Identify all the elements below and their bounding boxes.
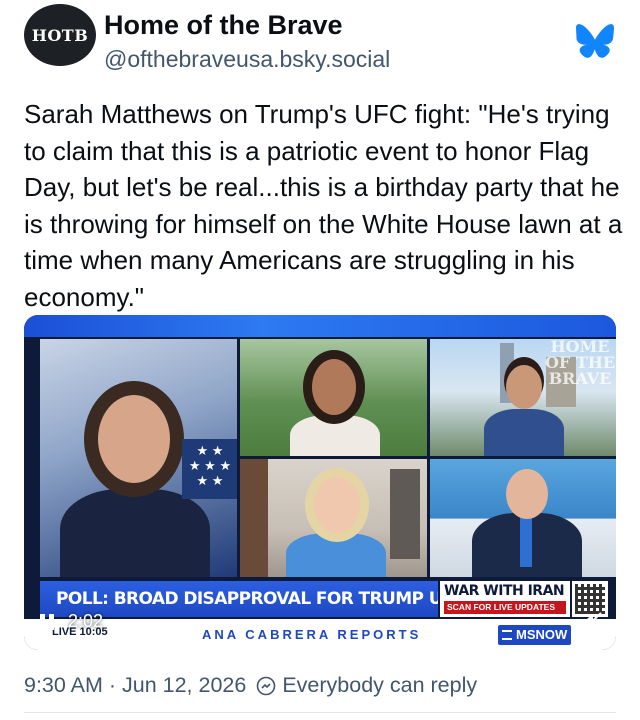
avatar[interactable]: HOTB: [24, 4, 96, 66]
side-subheadline: SCAN FOR LIVE UPDATES: [444, 601, 566, 614]
speaker-muted-icon[interactable]: [580, 611, 604, 633]
guest-panel: [240, 459, 427, 577]
anchor-panel: ★ ★ ★ ★ ★ ★ ★: [40, 339, 237, 577]
flag-stars: ★ ★ ★ ★ ★ ★ ★: [182, 439, 237, 499]
author-handle[interactable]: @ofthebraveusa.bsky.social: [104, 46, 390, 73]
reply-setting-label[interactable]: Everybody can reply: [282, 673, 477, 698]
side-headline-box: WAR WITH IRAN SCAN FOR LIVE UPDATES: [440, 581, 570, 617]
butterfly-icon[interactable]: [576, 24, 614, 58]
video-top-band: [24, 315, 616, 337]
author-display-name[interactable]: Home of the Brave: [104, 10, 343, 41]
reporter-panel-field: [240, 339, 427, 456]
post-meta: 9:30 AM · Jun 12, 2026 Everybody can rep…: [24, 673, 477, 698]
side-headline: WAR WITH IRAN: [444, 583, 565, 599]
divider: [24, 712, 616, 713]
avatar-label: HOTB: [31, 25, 89, 45]
post-timestamp[interactable]: 9:30 AM · Jun 12, 2026: [24, 673, 246, 698]
show-title: ANA CABRERA REPORTS: [202, 627, 422, 642]
pause-icon[interactable]: [36, 611, 58, 633]
channel-watermark: HOME OF THE BRAVE: [544, 337, 616, 388]
reply-settings-icon: [257, 676, 276, 695]
post-card: HOTB Home of the Brave @ofthebraveusa.bs…: [0, 0, 640, 720]
broadcast-bottom-bar: LIVE 10:05 ANA CABRERA REPORTS MSNOW: [24, 619, 616, 650]
elapsed-time: 2:02: [68, 611, 104, 631]
video-player[interactable]: ★ ★ ★ ★ ★ ★ ★ HOME OF THE BRAVE POLL: BROA…: [24, 315, 616, 650]
guest-panel-studio: [430, 459, 616, 577]
post-text: Sarah Matthews on Trump's UFC fight: "He…: [24, 99, 623, 312]
network-logo: MSNOW: [498, 625, 572, 645]
